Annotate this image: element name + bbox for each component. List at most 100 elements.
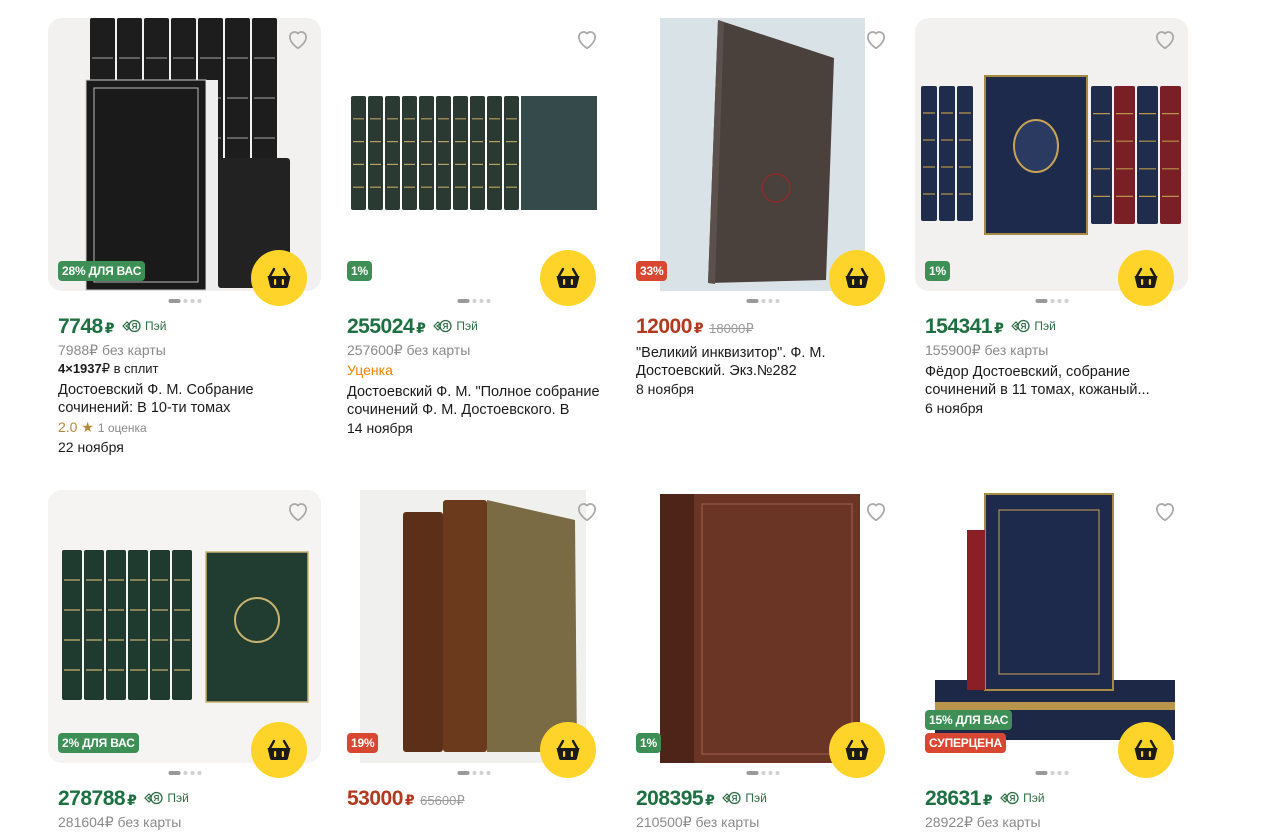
yandex-pay-icon: Я <box>120 319 142 333</box>
delivery-date: 6 ноября <box>925 400 984 416</box>
carousel-dot[interactable] <box>746 299 758 303</box>
carousel-dot[interactable] <box>197 771 201 775</box>
price-row: 255024 ₽ Я Пэй <box>347 315 600 341</box>
carousel-dot[interactable] <box>479 771 483 775</box>
heart-icon[interactable] <box>574 26 600 52</box>
yandex-pay-icon: Я <box>1009 319 1031 333</box>
svg-text:Я: Я <box>1021 322 1027 331</box>
heart-icon[interactable] <box>574 498 600 524</box>
price: 255024 ₽ <box>347 315 426 339</box>
yandex-pay-label: Я Пэй <box>431 319 478 333</box>
product-card[interactable]: 28% ДЛЯ ВАС 7748 ₽ Я Пэй 7988₽ без карты 4×193… <box>48 18 321 457</box>
no-card-price: 257600₽ без карты <box>347 342 471 358</box>
heart-icon[interactable] <box>863 498 889 524</box>
add-to-cart-button[interactable] <box>251 250 307 306</box>
no-card-price: 281604₽ без карты <box>58 814 182 830</box>
yandex-pay-label: Я Пэй <box>142 791 189 805</box>
price-value: 53000 <box>347 787 403 810</box>
carousel-dot[interactable] <box>761 299 765 303</box>
price: 12000 ₽ <box>636 315 704 339</box>
product-info: 28631 ₽ Я Пэй 28922₽ без карты <box>915 787 1188 832</box>
product-card[interactable]: 1% 208395 ₽ Я Пэй 210500₽ без карты <box>626 490 899 832</box>
old-price: 18000₽ <box>709 321 754 336</box>
heart-icon[interactable] <box>1152 26 1178 52</box>
yandex-pay-icon: Я <box>431 319 453 333</box>
add-to-cart-button[interactable] <box>540 250 596 306</box>
product-title[interactable]: Достоевский Ф. М. "Полное собрание сочин… <box>347 383 600 419</box>
carousel-dot[interactable] <box>486 299 490 303</box>
price-row: 53000 ₽65600₽ <box>347 787 600 813</box>
carousel-dot[interactable] <box>190 771 194 775</box>
carousel-dot[interactable] <box>183 299 187 303</box>
currency-sign: ₽ <box>104 320 115 336</box>
carousel-dot[interactable] <box>190 299 194 303</box>
product-card[interactable]: 19% 53000 ₽65600₽ <box>337 490 610 813</box>
price: 278788 ₽ <box>58 787 137 811</box>
price-value: 7748 <box>58 315 103 338</box>
product-info: 53000 ₽65600₽ <box>337 787 610 813</box>
add-to-cart-button[interactable] <box>829 722 885 778</box>
currency-sign: ₽ <box>416 320 426 336</box>
heart-icon[interactable] <box>863 26 889 52</box>
carousel-dot[interactable] <box>761 771 765 775</box>
product-card[interactable]: 1% 255024 ₽ Я Пэй 257600₽ без карты Уценка Дост… <box>337 18 610 438</box>
add-to-cart-button[interactable] <box>251 722 307 778</box>
carousel-dot[interactable] <box>197 299 201 303</box>
star-icon: ★ <box>77 419 98 435</box>
carousel-dot[interactable] <box>746 771 758 775</box>
carousel-dot[interactable] <box>479 299 483 303</box>
discount-badge: 19% <box>347 733 379 753</box>
add-to-cart-button[interactable] <box>1118 722 1174 778</box>
basket-icon <box>267 739 291 760</box>
discount-badge: 33% <box>636 261 668 281</box>
product-grid: 28% ДЛЯ ВАС 7748 ₽ Я Пэй 7988₽ без карты 4×193… <box>0 0 1271 830</box>
product-title[interactable]: Фёдор Достоевский, собрание сочинений в … <box>925 363 1178 399</box>
carousel-dot[interactable] <box>168 299 180 303</box>
carousel-dot[interactable] <box>457 299 469 303</box>
currency-sign: ₽ <box>705 792 715 808</box>
carousel-dot[interactable] <box>486 771 490 775</box>
price-row: 12000 ₽ 18000₽ <box>636 315 889 341</box>
heart-icon[interactable] <box>285 26 311 52</box>
carousel-dot[interactable] <box>775 299 779 303</box>
split-payment[interactable]: 4×1937₽ в сплит <box>58 360 311 378</box>
product-card[interactable]: 33% 12000 ₽ 18000₽ "Великий инквизитор". Ф. … <box>626 18 899 399</box>
product-card[interactable]: 2% ДЛЯ ВАС 278788 ₽ Я Пэй 281604₽ без карты <box>48 490 321 832</box>
svg-text:Я: Я <box>443 322 449 331</box>
add-to-cart-button[interactable] <box>829 250 885 306</box>
carousel-dot[interactable] <box>775 771 779 775</box>
carousel-dot[interactable] <box>768 771 772 775</box>
carousel-dot[interactable] <box>1050 299 1054 303</box>
product-card[interactable]: 15% ДЛЯ ВАС СУПЕРЦЕНА 28631 ₽ Я Пэй 28922₽ без… <box>915 490 1188 832</box>
svg-text:Я: Я <box>132 322 138 331</box>
basket-icon <box>267 267 291 288</box>
carousel-dot[interactable] <box>1035 771 1047 775</box>
carousel-dot[interactable] <box>1057 771 1061 775</box>
delivery-date: 8 ноября <box>636 381 695 397</box>
discount-badges: 1% <box>636 733 661 753</box>
price-row: 28631 ₽ Я Пэй <box>925 787 1178 813</box>
carousel-dot[interactable] <box>472 771 476 775</box>
product-info: 7748 ₽ Я Пэй 7988₽ без карты 4×1937₽ в сплит Д… <box>48 315 321 457</box>
yandex-pay-icon: Я <box>142 791 164 805</box>
carousel-dot[interactable] <box>768 299 772 303</box>
product-title[interactable]: Достоевский Ф. М. Собрание сочинений: В … <box>58 381 311 417</box>
carousel-dot[interactable] <box>472 299 476 303</box>
product-title[interactable]: "Великий инквизитор". Ф. М. Достоевский.… <box>636 344 889 380</box>
add-to-cart-button[interactable] <box>1118 250 1174 306</box>
heart-icon[interactable] <box>285 498 311 524</box>
carousel-dot[interactable] <box>168 771 180 775</box>
no-card-price: 7988₽ без карты <box>58 342 166 358</box>
carousel-dot[interactable] <box>1050 771 1054 775</box>
price-row: 278788 ₽ Я Пэй <box>58 787 311 813</box>
price-value: 255024 <box>347 315 415 338</box>
carousel-dot[interactable] <box>457 771 469 775</box>
product-card[interactable]: 1% 154341 ₽ Я Пэй 155900₽ без карты Фёдор Дост… <box>915 18 1188 418</box>
heart-icon[interactable] <box>1152 498 1178 524</box>
carousel-dot[interactable] <box>1064 299 1068 303</box>
carousel-dot[interactable] <box>1057 299 1061 303</box>
add-to-cart-button[interactable] <box>540 722 596 778</box>
carousel-dot[interactable] <box>1064 771 1068 775</box>
carousel-dot[interactable] <box>183 771 187 775</box>
carousel-dot[interactable] <box>1035 299 1047 303</box>
